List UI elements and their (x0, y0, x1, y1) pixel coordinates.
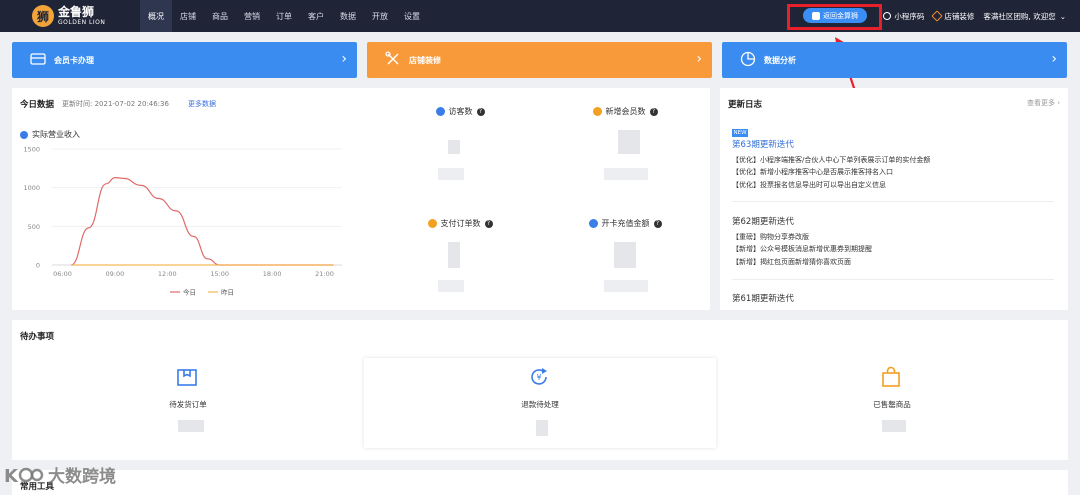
todo-panel: 待办事项 待发货订单 ¥ 退款待处理 已售罄商品 (12, 320, 1068, 460)
log-entry-title[interactable]: 第61期更新迭代 (732, 293, 794, 306)
y-tick-label: 0 (36, 262, 40, 270)
refund-icon: ¥ (531, 368, 547, 385)
quick-card-decorate[interactable]: 店铺装修 › (367, 42, 712, 78)
stat-new-members: 新增会员数? (555, 106, 695, 117)
todo-title: 待办事项 (20, 332, 55, 342)
quick-card-label: 店铺装修 (409, 56, 441, 65)
stat-card-recharge: 开卡充值金额? (555, 218, 695, 229)
todo-pending-shipment[interactable]: 待发货订单 (12, 358, 364, 448)
svg-text:¥: ¥ (536, 373, 541, 382)
x-tick-label: 21:00 (315, 270, 334, 278)
update-log-title: 更新日志 (728, 100, 763, 110)
nav-marketing[interactable]: 营销 (236, 0, 268, 32)
yen-icon (20, 130, 28, 139)
card-icon (588, 219, 598, 228)
help-icon: ? (484, 219, 493, 228)
revenue-line-chart: 0 500 1000 1500 06:00 09:00 12:00 15:00 18:00 21:… (23, 146, 342, 297)
pie-chart-icon (740, 51, 756, 67)
log-entry-title[interactable]: 第62期更新迭代 (732, 216, 872, 229)
shop-decorate-link[interactable]: 店铺装修 (931, 10, 974, 22)
y-tick-label: 1000 (23, 184, 40, 192)
brand-name-en: GOLDEN LION (58, 19, 106, 26)
help-icon: ? (653, 219, 662, 228)
brand-name: 金鲁狮 (58, 5, 95, 19)
stat-paid-orders: 支付订单数? (390, 218, 530, 229)
more-data-link[interactable]: 更多数据 (188, 99, 216, 109)
svg-text:K: K (4, 466, 19, 486)
x-tick-label: 15:00 (210, 270, 229, 278)
legend-label: 昨日 (221, 288, 234, 297)
x-tick-label: 18:00 (263, 270, 282, 278)
enter-button[interactable]: 返回金算狮 (803, 8, 867, 23)
watermark-logo-icon: K (4, 466, 44, 486)
main-nav: 概况 店铺 商品 营销 订单 客户 数据 开放 设置 (140, 0, 428, 32)
log-entry: 第61期更新迭代 (732, 293, 794, 308)
view-more-link[interactable]: 查看更多 › (1027, 98, 1060, 108)
chevron-right-icon: › (341, 51, 347, 67)
x-tick-label: 09:00 (106, 270, 125, 278)
nav-shop[interactable]: 店铺 (172, 0, 204, 32)
nav-orders[interactable]: 订单 (268, 0, 300, 32)
watermark: K 大数跨境 (4, 465, 116, 488)
update-time: 更新时间: 2021-07-02 20:46:36 (62, 100, 169, 108)
enter-button-label: 返回金算狮 (823, 11, 858, 20)
help-icon: ? (476, 107, 485, 116)
y-tick-label: 1500 (23, 146, 40, 154)
top-right-menu: 小程序码 店铺装修 客满社区团购, 欢迎您 ⌄ (874, 0, 1066, 32)
log-entry-title[interactable]: 第63期更新迭代 (732, 139, 930, 152)
nav-overview[interactable]: 概况 (140, 0, 172, 32)
bag-icon (882, 366, 900, 387)
series-line (70, 177, 334, 266)
visitor-icon (435, 107, 445, 116)
brand-logo[interactable]: 狮 金鲁狮 GOLDEN LION (32, 4, 122, 28)
nav-customers[interactable]: 客户 (300, 0, 332, 32)
nav-goods[interactable]: 商品 (204, 0, 236, 32)
todo-sold-out[interactable]: 已售罄商品 (716, 358, 1068, 448)
quick-card-label: 会员卡办理 (54, 56, 94, 65)
quick-card-label: 数据分析 (764, 56, 796, 65)
box-icon (177, 369, 197, 386)
x-tick-label: 12:00 (158, 270, 177, 278)
tools-panel: 常用工具 (12, 470, 1068, 495)
member-icon (592, 107, 602, 116)
chevron-right-icon: › (696, 51, 702, 67)
new-badge: NEW (732, 129, 748, 137)
todo-refund-pending[interactable]: ¥ 退款待处理 (364, 358, 716, 448)
help-icon: ? (649, 107, 658, 116)
card-icon (30, 53, 46, 65)
database-icon (812, 11, 820, 20)
log-entry: 第62期更新迭代 【重磅】购物分享券改版 【新增】公众号模板消息新增优惠券到期提… (732, 216, 872, 266)
nav-settings[interactable]: 设置 (396, 0, 428, 32)
brush-icon (931, 10, 944, 22)
chevron-right-icon: › (1051, 51, 1057, 67)
user-menu[interactable]: 客满社区团购, 欢迎您 ⌄ (983, 11, 1066, 22)
top-navbar: 狮 金鲁狮 GOLDEN LION 概况 店铺 商品 营销 订单 客户 数据 开… (0, 0, 1080, 32)
order-icon (427, 219, 437, 228)
chevron-down-icon: ⌄ (1059, 11, 1066, 21)
tools-icon (385, 51, 399, 65)
revenue-title: 实际营业收入 (20, 129, 80, 140)
qrcode-icon (883, 12, 892, 20)
x-tick-label: 06:00 (53, 270, 72, 278)
legend-label: 今日 (183, 288, 196, 297)
today-data-panel: 今日数据 更新时间: 2021-07-02 20:46:36 更多数据 实际营业… (12, 88, 710, 310)
nav-open[interactable]: 开放 (364, 0, 396, 32)
nav-data[interactable]: 数据 (332, 0, 364, 32)
log-entry: 第63期更新迭代 【优化】小程序端推客/合伙人中心下单列表展示订单的实付金额 【… (732, 139, 931, 189)
y-tick-label: 500 (28, 223, 40, 231)
quick-card-membership[interactable]: 会员卡办理 › (12, 42, 357, 78)
today-title: 今日数据 (20, 100, 55, 110)
stat-visitors: 访客数? (390, 106, 530, 117)
update-log-panel: 更新日志 查看更多 › NEW 第63期更新迭代 【优化】小程序端推客/合伙人中… (720, 88, 1068, 310)
quick-card-analytics[interactable]: 数据分析 › (722, 42, 1067, 78)
lion-logo-icon: 狮 (32, 5, 54, 27)
mini-program-link[interactable]: 小程序码 (883, 11, 924, 22)
